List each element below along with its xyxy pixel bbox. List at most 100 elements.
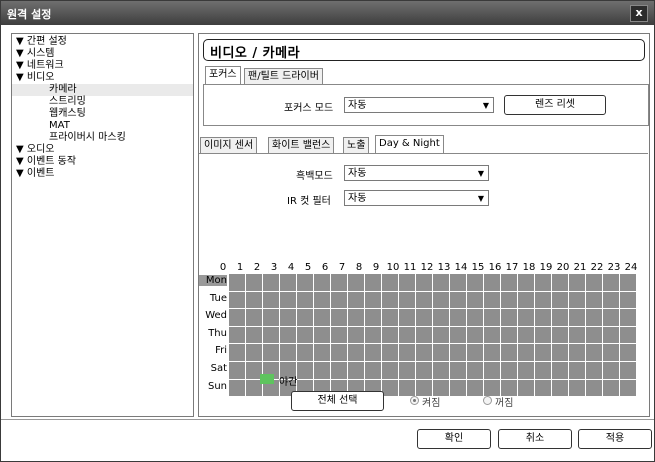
schedule-cell[interactable] bbox=[365, 291, 382, 310]
bw-mode-select[interactable]: 자동 ▼ bbox=[344, 165, 489, 181]
schedule-cell[interactable] bbox=[280, 326, 297, 345]
schedule-cell[interactable] bbox=[382, 291, 399, 310]
schedule-cell[interactable] bbox=[518, 344, 535, 362]
schedule-cell[interactable] bbox=[331, 362, 348, 380]
schedule-cell[interactable] bbox=[297, 344, 314, 362]
schedule-cell[interactable] bbox=[280, 344, 297, 362]
schedule-cell[interactable] bbox=[229, 362, 246, 380]
tab-exposure[interactable]: 노출 bbox=[343, 137, 370, 154]
schedule-cell[interactable] bbox=[620, 344, 637, 362]
ir-cut-filter-select[interactable]: 자동 ▼ bbox=[344, 190, 489, 206]
schedule-cell[interactable] bbox=[331, 344, 348, 362]
schedule-cell[interactable] bbox=[467, 309, 484, 327]
schedule-cell[interactable] bbox=[331, 309, 348, 327]
schedule-cell[interactable] bbox=[246, 291, 263, 310]
schedule-cell[interactable] bbox=[246, 274, 263, 292]
schedule-cell[interactable] bbox=[348, 274, 365, 292]
schedule-cell[interactable] bbox=[535, 291, 552, 310]
schedule-cell[interactable] bbox=[246, 309, 263, 327]
schedule-cell[interactable] bbox=[535, 344, 552, 362]
schedule-cell[interactable] bbox=[552, 274, 569, 292]
schedule-cell[interactable] bbox=[620, 291, 637, 310]
schedule-cell[interactable] bbox=[518, 309, 535, 327]
schedule-cell[interactable] bbox=[382, 379, 399, 398]
schedule-cell[interactable] bbox=[586, 379, 603, 398]
schedule-cell[interactable] bbox=[365, 344, 382, 362]
schedule-cell[interactable] bbox=[620, 379, 637, 398]
schedule-cell[interactable] bbox=[263, 309, 280, 327]
schedule-cell[interactable] bbox=[348, 291, 365, 310]
schedule-cell[interactable] bbox=[365, 326, 382, 345]
schedule-cell[interactable] bbox=[620, 309, 637, 327]
schedule-cell[interactable] bbox=[263, 274, 280, 292]
schedule-cell[interactable] bbox=[552, 362, 569, 380]
tree-item-event-action[interactable]: ▼ 이벤트 동작 bbox=[16, 156, 76, 168]
schedule-cell[interactable] bbox=[433, 326, 450, 345]
schedule-cell[interactable] bbox=[433, 344, 450, 362]
schedule-cell[interactable] bbox=[297, 274, 314, 292]
schedule-cell[interactable] bbox=[467, 344, 484, 362]
tab-focus[interactable]: 포커스 bbox=[205, 66, 241, 85]
schedule-cell[interactable] bbox=[535, 274, 552, 292]
schedule-cell[interactable] bbox=[416, 344, 433, 362]
schedule-cell[interactable] bbox=[501, 344, 518, 362]
radio-on[interactable] bbox=[410, 396, 419, 405]
schedule-cell[interactable] bbox=[586, 291, 603, 310]
schedule-cell[interactable] bbox=[229, 379, 246, 398]
schedule-cell[interactable] bbox=[467, 379, 484, 398]
schedule-cell[interactable] bbox=[569, 309, 586, 327]
schedule-cell[interactable] bbox=[348, 309, 365, 327]
schedule-cell[interactable] bbox=[348, 326, 365, 345]
schedule-cell[interactable] bbox=[603, 344, 620, 362]
schedule-cell[interactable] bbox=[365, 309, 382, 327]
schedule-cell[interactable] bbox=[331, 326, 348, 345]
schedule-cell[interactable] bbox=[569, 291, 586, 310]
schedule-cell[interactable] bbox=[297, 309, 314, 327]
tree-item-system[interactable]: ▼ 시스템 bbox=[16, 48, 54, 60]
schedule-cell[interactable] bbox=[399, 291, 416, 310]
lens-reset-button[interactable]: 렌즈 리셋 bbox=[504, 95, 606, 115]
schedule-cell[interactable] bbox=[586, 309, 603, 327]
tree-item-camera[interactable]: 카메라 bbox=[12, 84, 193, 96]
select-all-button[interactable]: 전체 선택 bbox=[291, 391, 384, 411]
schedule-cell[interactable] bbox=[365, 274, 382, 292]
schedule-cell[interactable] bbox=[297, 362, 314, 380]
schedule-cell[interactable] bbox=[280, 291, 297, 310]
schedule-cell[interactable] bbox=[501, 362, 518, 380]
tree-item-event[interactable]: ▼ 이벤트 bbox=[16, 168, 54, 180]
schedule-cell[interactable] bbox=[433, 274, 450, 292]
schedule-cell[interactable] bbox=[399, 362, 416, 380]
ok-button[interactable]: 확인 bbox=[417, 429, 491, 449]
schedule-cell[interactable] bbox=[586, 344, 603, 362]
schedule-cell[interactable] bbox=[314, 309, 331, 327]
schedule-cell[interactable] bbox=[518, 379, 535, 398]
schedule-cell[interactable] bbox=[416, 326, 433, 345]
schedule-cell[interactable] bbox=[467, 274, 484, 292]
schedule-cell[interactable] bbox=[467, 326, 484, 345]
schedule-cell[interactable] bbox=[569, 274, 586, 292]
tab-pan-tilt-driver[interactable]: 팬/틸트 드라이버 bbox=[244, 68, 323, 85]
schedule-cell[interactable] bbox=[484, 309, 501, 327]
schedule-cell[interactable] bbox=[518, 326, 535, 345]
schedule-cell[interactable] bbox=[331, 291, 348, 310]
tree-item-webcasting[interactable]: 웹캐스팅 bbox=[49, 108, 86, 120]
schedule-cell[interactable] bbox=[433, 291, 450, 310]
schedule-cell[interactable] bbox=[603, 309, 620, 327]
schedule-cell[interactable] bbox=[297, 291, 314, 310]
schedule-cell[interactable] bbox=[552, 379, 569, 398]
schedule-cell[interactable] bbox=[229, 309, 246, 327]
radio-off[interactable] bbox=[483, 396, 492, 405]
tree-item-audio[interactable]: ▼ 오디오 bbox=[16, 144, 54, 156]
schedule-cell[interactable] bbox=[467, 291, 484, 310]
tree-item-video[interactable]: ▼ 비디오 bbox=[16, 72, 54, 84]
schedule-cell[interactable] bbox=[586, 362, 603, 380]
schedule-cell[interactable] bbox=[484, 326, 501, 345]
apply-button[interactable]: 적용 bbox=[578, 429, 652, 449]
schedule-cell[interactable] bbox=[620, 362, 637, 380]
schedule-cell[interactable] bbox=[348, 362, 365, 380]
schedule-cell[interactable] bbox=[450, 344, 467, 362]
cancel-button[interactable]: 취소 bbox=[498, 429, 572, 449]
schedule-cell[interactable] bbox=[229, 344, 246, 362]
schedule-cell[interactable] bbox=[416, 274, 433, 292]
schedule-cell[interactable] bbox=[416, 362, 433, 380]
